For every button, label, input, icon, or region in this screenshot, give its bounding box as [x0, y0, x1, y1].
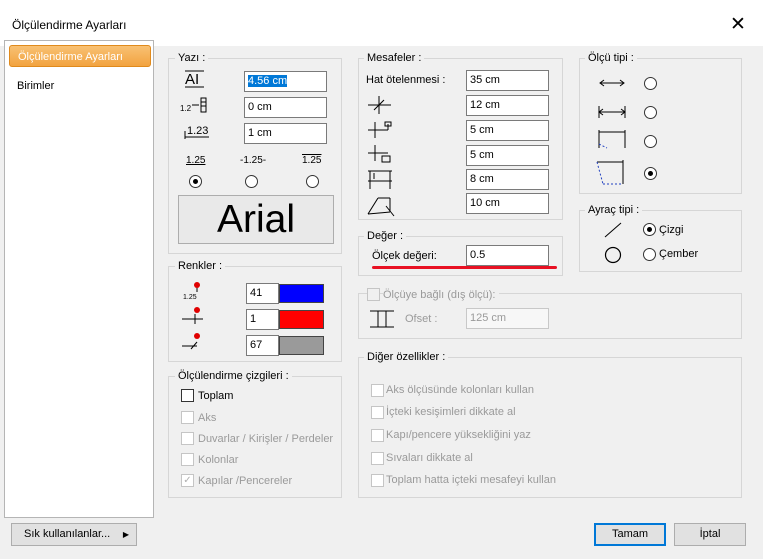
- extension-type-radio[interactable]: [644, 135, 657, 148]
- svg-text:AI: AI: [185, 71, 199, 88]
- arrow-type-radio[interactable]: [644, 77, 657, 90]
- dimension-lines-legend: Ölçülendirme çizgileri :: [175, 370, 292, 382]
- inner-intersections-label: İçteki kesişimleri dikkate al: [386, 406, 516, 418]
- total-label: Toplam: [198, 390, 234, 402]
- align-above-radio[interactable]: [189, 175, 202, 188]
- text-distance-input[interactable]: 1 cm: [244, 123, 327, 144]
- extension-gap-input[interactable]: 12 cm: [466, 95, 549, 116]
- tick-type-icon: [598, 106, 626, 118]
- sidebar-item-units[interactable]: Birimler: [9, 75, 151, 97]
- text-color-icon: 1.25: [183, 282, 200, 301]
- extension-beyond-icon: [368, 121, 392, 138]
- tick-color-number[interactable]: 67: [246, 335, 279, 356]
- doors-windows-checkbox[interactable]: ✓: [181, 474, 194, 487]
- doors-windows-label: Kapılar /Pencereler: [198, 475, 293, 487]
- door-window-height-checkbox[interactable]: [371, 429, 384, 442]
- use-columns-checkbox[interactable]: [371, 384, 384, 397]
- walls-checkbox[interactable]: [181, 432, 194, 445]
- axis-label: Aks: [198, 412, 217, 424]
- text-gap-input[interactable]: 8 cm: [466, 169, 549, 190]
- settings-dialog: Ölçülendirme Ayarları ✕ Ölçülendirme Aya…: [0, 0, 763, 559]
- text-height-icon: AI: [185, 70, 204, 88]
- align-below-radio[interactable]: [306, 175, 319, 188]
- text-offset-input[interactable]: 0 cm: [244, 97, 327, 118]
- chevron-right-icon: ▶: [122, 530, 129, 539]
- use-columns-label: Aks ölçüsünde kolonları kullan: [386, 384, 534, 396]
- line-color-icon: [182, 307, 203, 324]
- arrow-type-icon: [599, 79, 625, 87]
- extension-origin-input[interactable]: 5 cm: [466, 145, 549, 166]
- sidebar: Ölçülendirme Ayarları Birimler: [4, 40, 154, 518]
- scale-value-label: Ölçek değeri:: [372, 250, 437, 262]
- value-legend: Değer :: [364, 230, 407, 242]
- scale-value-input[interactable]: 0.5: [466, 245, 549, 266]
- distances-legend: Mesafeler :: [364, 52, 425, 64]
- columns-label: Kolonlar: [198, 454, 239, 466]
- attached-dimension-checkbox[interactable]: [367, 288, 380, 301]
- line-separator-radio[interactable]: [643, 223, 656, 236]
- offset-input[interactable]: 125 cm: [466, 308, 549, 329]
- text-color-swatch[interactable]: [279, 284, 324, 303]
- slanted-gap-icon: [367, 197, 395, 217]
- ok-button[interactable]: Tamam: [594, 523, 666, 546]
- text-group-legend: Yazı :: [175, 52, 209, 64]
- extension-beyond-input[interactable]: 5 cm: [466, 120, 549, 141]
- text-color-number[interactable]: 41: [246, 283, 279, 304]
- extension-gap-icon: [368, 96, 391, 114]
- line-color-swatch[interactable]: [279, 310, 324, 329]
- separator-type-legend: Ayraç tipi :: [585, 204, 643, 216]
- extension-type-icon: [598, 130, 626, 149]
- walls-label: Duvarlar / Kirişler / Perdeler: [198, 433, 334, 445]
- favorites-button[interactable]: Sık kullanılanlar... ▶: [11, 523, 137, 546]
- svg-text:1.25: 1.25: [183, 294, 197, 301]
- line-separator-icon: [604, 222, 622, 238]
- align-center-radio[interactable]: [245, 175, 258, 188]
- highlight-underline: [372, 266, 557, 269]
- text-height-input[interactable]: 4.56 cm: [244, 71, 327, 92]
- offset-icon: [370, 310, 394, 328]
- tick-color-icon: [182, 333, 200, 350]
- inner-intersections-checkbox[interactable]: [371, 406, 384, 419]
- plaster-checkbox[interactable]: [371, 452, 384, 465]
- door-window-height-label: Kapı/pencere yüksekliğini yaz: [386, 429, 531, 441]
- line-offset-label: Hat ötelenmesi :: [366, 74, 446, 86]
- svg-text:1.2: 1.2: [180, 104, 192, 113]
- favorites-label: Sık kullanılanlar...: [24, 528, 111, 540]
- plaster-label: Sıvaları dikkate al: [386, 452, 473, 464]
- slanted-type-radio[interactable]: [644, 167, 657, 180]
- circle-separator-radio[interactable]: [643, 248, 656, 261]
- line-separator-label: Çizgi: [659, 224, 684, 236]
- offset-label: Ofset :: [405, 313, 438, 325]
- align-below-label: 1.25: [302, 155, 322, 166]
- text-gap-icon: [368, 170, 392, 189]
- cancel-button[interactable]: İptal: [674, 523, 746, 546]
- circle-separator-label: Çember: [659, 248, 699, 260]
- tick-type-radio[interactable]: [644, 106, 657, 119]
- dimension-type-legend: Ölçü tipi :: [585, 52, 637, 64]
- attached-dimension-label: Ölçüye bağlı (dış ölçü):: [383, 289, 499, 301]
- columns-checkbox[interactable]: [181, 453, 194, 466]
- line-offset-input[interactable]: 35 cm: [466, 70, 549, 91]
- other-properties-legend: Diğer özellikler :: [364, 351, 449, 363]
- inner-distance-checkbox[interactable]: [371, 474, 384, 487]
- inner-distance-label: Toplam hatta içteki mesafeyi kullan: [386, 474, 556, 486]
- sidebar-item-dimension-settings[interactable]: Ölçülendirme Ayarları: [9, 45, 151, 67]
- slanted-gap-input[interactable]: 10 cm: [466, 193, 549, 214]
- close-button[interactable]: ✕: [722, 12, 754, 38]
- dialog-title: Ölçülendirme Ayarları: [12, 18, 127, 32]
- font-select-button[interactable]: Arial: [178, 195, 334, 244]
- align-center-label: -1.25-: [240, 155, 267, 166]
- tick-color-swatch[interactable]: [279, 336, 324, 355]
- line-color-number[interactable]: 1: [246, 309, 279, 330]
- svg-text:1.23: 1.23: [187, 125, 208, 137]
- text-distance-icon: 1.23: [184, 125, 209, 139]
- circle-separator-icon: [604, 246, 622, 264]
- align-above-label: 1.25: [186, 155, 206, 166]
- total-checkbox[interactable]: [181, 389, 194, 402]
- colors-group-legend: Renkler :: [175, 260, 226, 272]
- axis-checkbox[interactable]: [181, 411, 194, 424]
- text-offset-icon: 1.2: [180, 97, 207, 113]
- extension-origin-icon: [368, 145, 391, 163]
- slanted-type-icon: [596, 160, 624, 185]
